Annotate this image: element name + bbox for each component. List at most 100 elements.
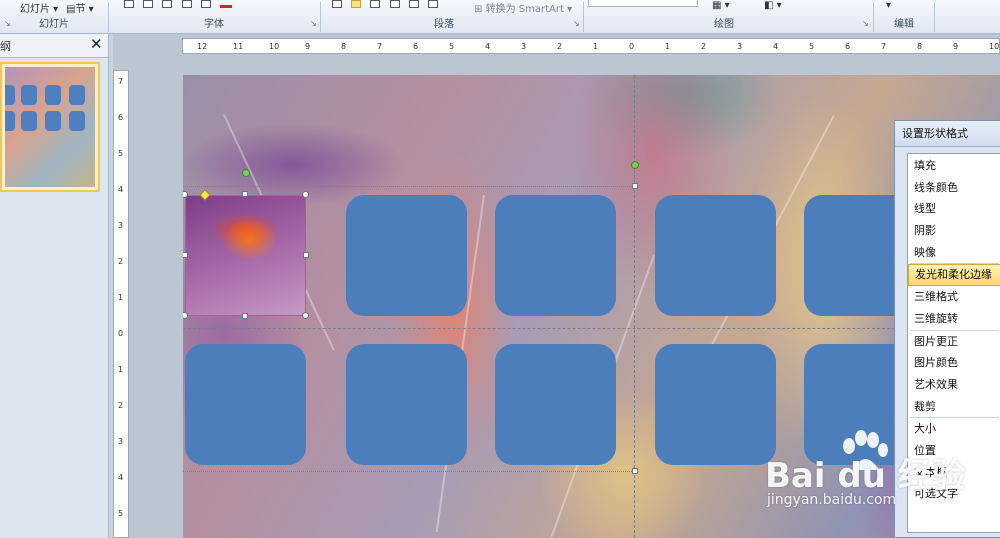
- slides-pane: 纲 ✕: [0, 34, 109, 538]
- ruler-tick-label: 1: [665, 42, 671, 51]
- italic-button[interactable]: [143, 0, 154, 8]
- rounded-square-tile[interactable]: [655, 344, 776, 465]
- align-right-button[interactable]: [408, 0, 419, 8]
- picture-selection-frame: [185, 195, 306, 316]
- format-category-item[interactable]: 文本框: [908, 462, 1000, 484]
- dialog-title: 设置形状格式: [895, 121, 1000, 147]
- resize-handle[interactable]: [242, 313, 248, 319]
- thumbnail-tile: [21, 111, 37, 131]
- tab-outline[interactable]: 纲: [0, 38, 11, 54]
- horizontal-ruler: 12 11 10 9 8 7 6 5 4 3 2 1 0 1 2 3 4 5 6 7 8 9 10: [182, 38, 1000, 54]
- format-category-item[interactable]: 三维格式: [908, 286, 1000, 308]
- group-resize-handle[interactable]: [632, 183, 638, 189]
- ruler-tick-label: 7: [118, 77, 124, 86]
- rounded-square-tile[interactable]: [185, 344, 306, 465]
- ruler-tick-label: 4: [773, 42, 779, 51]
- ruler-tick-label: 2: [701, 42, 707, 51]
- slide-canvas[interactable]: [183, 75, 1000, 538]
- format-category-item[interactable]: 映像: [908, 242, 1000, 264]
- format-category-item[interactable]: 图片颜色: [908, 352, 1000, 374]
- rounded-square-tile[interactable]: [346, 344, 467, 465]
- underline-button[interactable]: [162, 0, 173, 8]
- ruler-tick-label: 3: [521, 42, 527, 51]
- section-button[interactable]: ▤节 ▾: [66, 0, 94, 16]
- format-category-item[interactable]: 艺术效果: [908, 374, 1000, 396]
- paragraph-buttons: [332, 0, 444, 16]
- group-label-slides: 幻灯片: [39, 19, 69, 30]
- dropdown-arrow-icon: ▾: [85, 4, 94, 15]
- resize-handle[interactable]: [183, 312, 188, 319]
- pane-tabs: 纲 ✕: [0, 34, 108, 58]
- char-spacing-button[interactable]: [200, 0, 211, 8]
- thumbnail-tile: [45, 111, 61, 131]
- format-category-item[interactable]: 裁剪: [908, 396, 1000, 418]
- format-category-item[interactable]: 图片更正: [908, 331, 1000, 353]
- format-category-item[interactable]: 阴影: [908, 220, 1000, 242]
- resize-handle[interactable]: [183, 252, 188, 258]
- resize-handle[interactable]: [242, 191, 248, 197]
- find-button[interactable]: ▾: [886, 0, 891, 16]
- numbering-button[interactable]: [351, 0, 362, 8]
- rounded-square-tile[interactable]: [346, 195, 467, 316]
- new-slide-button[interactable]: 幻灯片 ▾: [20, 0, 58, 16]
- group-separator: [934, 2, 935, 32]
- paragraph-dialog-launcher-icon[interactable]: ↘: [573, 20, 581, 28]
- format-category-item[interactable]: 大小: [908, 418, 1000, 440]
- format-category-item[interactable]: 线条颜色: [908, 177, 1000, 199]
- format-category-item[interactable]: 发光和柔化边缘: [908, 264, 1000, 287]
- ruler-tick-label: 3: [118, 221, 124, 230]
- thumbnail-tile: [69, 85, 85, 105]
- group-label-drawing: 绘图: [714, 19, 734, 30]
- find-icon: ▾: [886, 0, 892, 11]
- resize-handle[interactable]: [302, 191, 309, 198]
- ruler-tick-label: 8: [917, 42, 923, 51]
- justify-button[interactable]: [427, 0, 438, 8]
- format-category-item[interactable]: 三维旋转: [908, 308, 1000, 330]
- rounded-square-tile[interactable]: [655, 195, 776, 316]
- bullets-button[interactable]: [332, 0, 342, 8]
- group-resize-handle[interactable]: [632, 468, 638, 474]
- ruler-tick-label: 9: [953, 42, 959, 51]
- rotation-handle[interactable]: [242, 169, 250, 177]
- ruler-tick-label: 8: [341, 42, 347, 51]
- align-center-button[interactable]: [389, 0, 400, 8]
- format-category-item[interactable]: 线型: [908, 198, 1000, 220]
- section-label: 节: [75, 4, 86, 15]
- font-dialog-launcher-icon[interactable]: ↘: [310, 20, 318, 28]
- convert-smartart-button[interactable]: ⊞ 转换为 SmartArt ▾: [474, 0, 572, 16]
- rounded-square-tile[interactable]: [495, 344, 616, 465]
- arrange-button[interactable]: ▦ ▾: [712, 0, 730, 16]
- ruler-tick-label: 1: [118, 365, 124, 374]
- format-category-item[interactable]: 位置: [908, 440, 1000, 462]
- dropdown-arrow-icon: ▾: [721, 0, 730, 11]
- format-category-item[interactable]: 可选文字: [908, 483, 1000, 505]
- ruler-tick-label: 10: [989, 42, 1000, 51]
- ruler-tick-label: 5: [118, 509, 124, 518]
- format-category-list: 填充 线条颜色 线型 阴影 映像 发光和柔化边缘 三维格式 三维旋转 图片更正 图片颜色 艺术效果裁…: [907, 153, 1000, 533]
- drawing-dialog-launcher-icon[interactable]: ↘: [862, 20, 870, 28]
- group-label-font: 字体: [204, 19, 224, 30]
- rounded-square-tile[interactable]: [495, 195, 616, 316]
- shapes-gallery[interactable]: [588, 0, 698, 7]
- group-rotation-handle[interactable]: [631, 161, 639, 169]
- ruler-tick-label: 1: [118, 293, 124, 302]
- font-color-icon[interactable]: [219, 5, 232, 8]
- format-category-item[interactable]: 填充: [908, 155, 1000, 177]
- font-format-buttons: [124, 0, 232, 16]
- ruler-tick-label: 0: [629, 42, 635, 51]
- resize-handle[interactable]: [302, 312, 309, 319]
- resize-handle[interactable]: [303, 252, 309, 258]
- slide-thumbnail[interactable]: [0, 62, 100, 192]
- ruler-tick-label: 2: [557, 42, 563, 51]
- ruler-tick-label: 5: [809, 42, 815, 51]
- ribbon: 幻灯片 ▾ ▤节 ▾ 幻灯片 ↘ 字体 ↘ ⊞ 转换为 SmartArt ▾ 段…: [0, 0, 1000, 34]
- close-icon[interactable]: ✕: [90, 36, 103, 52]
- group-separator: [583, 2, 584, 32]
- horizontal-guide[interactable]: [183, 328, 1000, 329]
- bold-button[interactable]: [124, 0, 134, 8]
- strikethrough-button[interactable]: [181, 0, 192, 8]
- quick-styles-button[interactable]: ◧ ▾: [764, 0, 782, 16]
- dialog-launcher-icon[interactable]: ↘: [4, 20, 12, 28]
- align-left-button[interactable]: [370, 0, 381, 8]
- ruler-tick-label: 12: [197, 42, 208, 51]
